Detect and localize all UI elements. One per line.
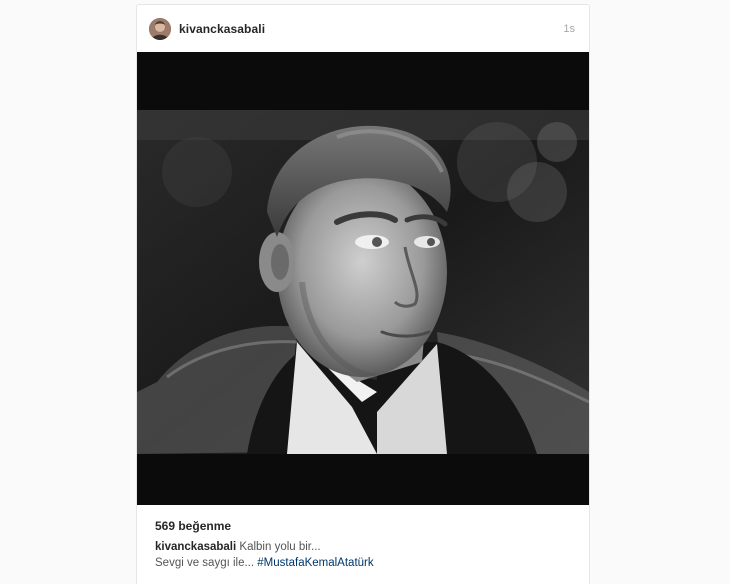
caption-author[interactable]: kivanckasabali (155, 541, 236, 553)
post-caption: kivanckasabali Kalbin yolu bir... Sevgi … (155, 539, 575, 571)
likes-count[interactable]: 569 beğenme (155, 519, 575, 533)
post-media-image[interactable] (137, 52, 589, 505)
post-header: kivanckasabali 1s (137, 5, 589, 52)
post-footer: 569 beğenme kivanckasabali Kalbin yolu b… (155, 519, 575, 571)
hashtag-link[interactable]: #MustafaKemalAtatürk (257, 557, 373, 569)
post-timestamp[interactable]: 1s (563, 23, 575, 35)
portrait-photo (137, 52, 589, 505)
page: kivanckasabali 1s 569 beğenme kivanckasa… (0, 0, 730, 584)
caption-line-2: Sevgi ve saygı ile... (155, 557, 255, 569)
post-card: kivanckasabali 1s 569 beğenme kivanckasa… (136, 4, 590, 584)
user-avatar-icon[interactable] (149, 17, 171, 40)
post-username[interactable]: kivanckasabali (179, 22, 265, 36)
caption-line-1: Kalbin yolu bir... (239, 541, 321, 553)
